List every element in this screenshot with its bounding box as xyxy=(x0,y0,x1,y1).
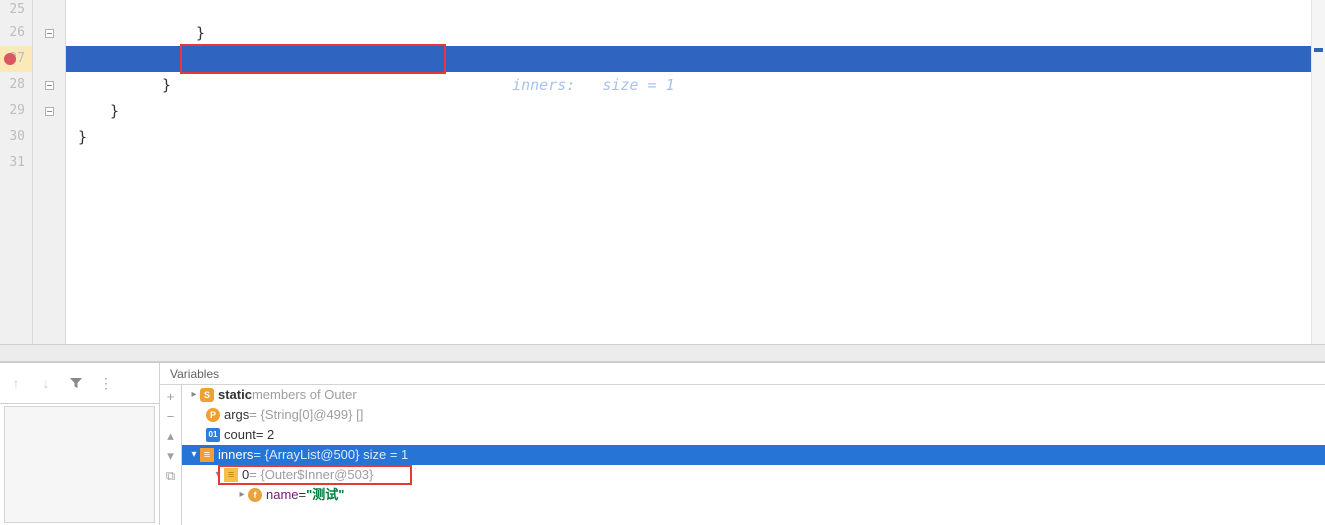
frames-panel: ↑ ↓ ⋮ xyxy=(0,363,160,525)
more-icon[interactable]: ⋮ xyxy=(98,375,114,391)
variables-toolbar: + − ▴ ▾ ⧉ xyxy=(160,385,182,525)
fold-toggle-icon[interactable] xyxy=(45,107,54,116)
editor-scrollbar[interactable] xyxy=(1311,0,1325,344)
move-down-icon[interactable]: ▾ xyxy=(163,448,179,464)
line-number[interactable]: 25 xyxy=(0,0,32,20)
panel-divider[interactable] xyxy=(0,344,1325,362)
list-badge-icon xyxy=(200,448,214,462)
code-line[interactable]: Thread.sleep( millis: 10); xyxy=(66,0,1325,20)
filter-icon[interactable] xyxy=(68,375,84,391)
variable-row-inners[interactable]: ▾ inners = {ArrayList@500} size = 1 xyxy=(182,445,1325,465)
scrollbar-execution-marker xyxy=(1314,48,1323,52)
code-line[interactable]: } xyxy=(66,20,1325,46)
code-area[interactable]: Thread.sleep( millis: 10); } inners.add(… xyxy=(66,0,1325,344)
variable-row-element-0[interactable]: ▾ 0 = {Outer$Inner@503} xyxy=(182,465,1325,485)
line-number[interactable]: 30 xyxy=(0,124,32,150)
variables-panel: Variables + − ▴ ▾ ⧉ ▸ S static members o… xyxy=(160,363,1325,525)
line-number[interactable]: 31 xyxy=(0,150,32,176)
fold-gutter xyxy=(33,0,66,344)
element-badge-icon xyxy=(224,468,238,482)
add-watch-icon[interactable]: + xyxy=(163,388,179,404)
frame-selector[interactable] xyxy=(4,406,155,523)
line-number[interactable]: 26 xyxy=(0,20,32,46)
static-badge-icon: S xyxy=(200,388,214,402)
fold-toggle-icon[interactable] xyxy=(45,81,54,90)
move-up-icon[interactable]: ▴ xyxy=(163,428,179,444)
variable-row-name[interactable]: ▸ f name = "测试" xyxy=(182,485,1325,505)
field-badge-icon: f xyxy=(248,488,262,502)
expand-icon[interactable]: ▸ xyxy=(236,485,248,505)
param-badge-icon: P xyxy=(206,408,220,422)
variables-tree[interactable]: ▸ S static members of Outer P args = {St… xyxy=(182,385,1325,525)
copy-icon[interactable]: ⧉ xyxy=(163,468,179,484)
line-number[interactable]: 29 xyxy=(0,98,32,124)
code-editor[interactable]: 25 26 27 28 29 30 31 Thread.sleep( milli… xyxy=(0,0,1325,344)
code-line[interactable] xyxy=(66,150,1325,176)
arrow-down-icon[interactable]: ↓ xyxy=(38,375,54,391)
variables-title: Variables xyxy=(160,363,1325,385)
arrow-up-icon[interactable]: ↑ xyxy=(8,375,24,391)
variable-row-count[interactable]: 01 count = 2 xyxy=(182,425,1325,445)
line-number-breakpoint[interactable]: 27 xyxy=(0,46,32,72)
expand-icon[interactable]: ▾ xyxy=(212,465,224,485)
expand-icon[interactable]: ▾ xyxy=(188,445,200,465)
highlight-box xyxy=(180,44,446,74)
debug-panel: ↑ ↓ ⋮ Variables + − ▴ ▾ ⧉ xyxy=(0,362,1325,525)
code-line[interactable]: } xyxy=(66,124,1325,150)
expand-icon[interactable]: ▸ xyxy=(188,385,200,405)
primitive-badge-icon: 01 xyxy=(206,428,220,442)
line-number[interactable]: 28 xyxy=(0,72,32,98)
variable-row-static[interactable]: ▸ S static members of Outer xyxy=(182,385,1325,405)
fold-toggle-icon[interactable] xyxy=(45,29,54,38)
code-line[interactable]: } xyxy=(66,98,1325,124)
code-line-current[interactable]: inners.add(new Inner()); inners: size = … xyxy=(66,46,1325,72)
line-number-gutter[interactable]: 25 26 27 28 29 30 31 xyxy=(0,0,33,344)
remove-watch-icon[interactable]: − xyxy=(163,408,179,424)
variable-row-args[interactable]: P args = {String[0]@499} [] xyxy=(182,405,1325,425)
